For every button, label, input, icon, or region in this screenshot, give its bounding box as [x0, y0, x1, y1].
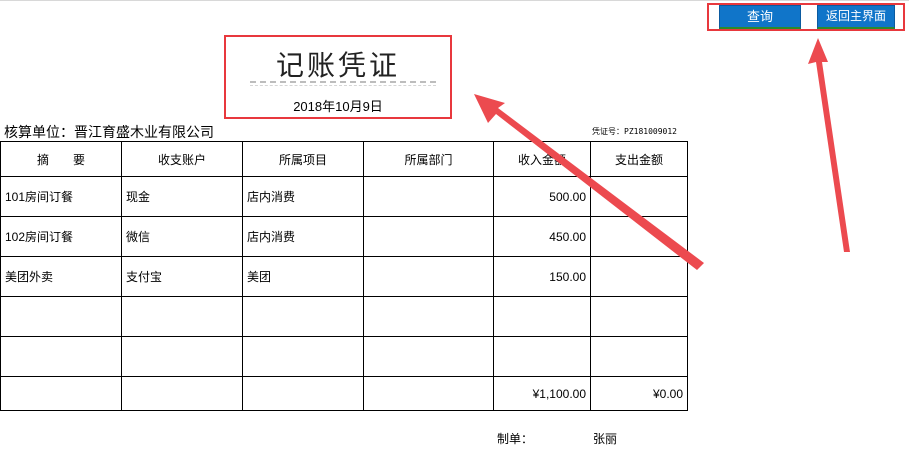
- cell-expense[interactable]: [590, 176, 688, 217]
- table-row: [0, 336, 688, 377]
- cell-department[interactable]: [363, 216, 494, 257]
- cell-project[interactable]: 店内消费: [242, 176, 364, 217]
- cell-summary[interactable]: [0, 336, 122, 377]
- voucher-title: 记账凭证: [275, 50, 400, 81]
- cell-income[interactable]: 500.00: [493, 176, 591, 217]
- table-header-row: 摘 要 收支账户 所属项目 所属部门 收入金额 支出金额: [0, 141, 688, 177]
- table-row: 101房间订餐 现金 店内消费 500.00: [0, 176, 688, 217]
- cell-project[interactable]: 美团: [242, 256, 364, 297]
- voucher-table: 摘 要 收支账户 所属项目 所属部门 收入金额 支出金额 101房间订餐 现金 …: [0, 141, 688, 411]
- cell-project[interactable]: 店内消费: [242, 216, 364, 257]
- voucher-date: 2018年10月9日: [293, 99, 383, 114]
- cell-expense[interactable]: [590, 216, 688, 257]
- cell-expense[interactable]: [590, 296, 688, 337]
- top-border: [0, 0, 909, 1]
- title-underline-secondary: [250, 85, 436, 86]
- cell-expense[interactable]: [590, 256, 688, 297]
- header-project: 所属项目: [242, 141, 364, 177]
- cell-account[interactable]: 现金: [121, 176, 243, 217]
- cell-department[interactable]: [363, 336, 494, 377]
- cell-department[interactable]: [363, 296, 494, 337]
- cell-income[interactable]: [493, 296, 591, 337]
- cell-department[interactable]: [363, 256, 494, 297]
- cell-expense[interactable]: [590, 336, 688, 377]
- cell-summary[interactable]: 美团外卖: [0, 256, 122, 297]
- table-row: 102房间订餐 微信 店内消费 450.00: [0, 216, 688, 257]
- table-row: [0, 296, 688, 337]
- table-row: 美团外卖 支付宝 美团 150.00: [0, 256, 688, 297]
- accounting-unit: 核算单位：晋江育盛木业有限公司: [4, 124, 214, 140]
- cell-income[interactable]: 450.00: [493, 216, 591, 257]
- voucher-number: 凭证号：PZ181009012: [592, 127, 677, 136]
- header-expense: 支出金额: [590, 141, 688, 177]
- cell-project[interactable]: [242, 336, 364, 377]
- cell-department[interactable]: [363, 176, 494, 217]
- total-income: ¥1,100.00: [493, 376, 591, 411]
- cell-summary[interactable]: 101房间订餐: [0, 176, 122, 217]
- cell-summary[interactable]: 102房间订餐: [0, 216, 122, 257]
- header-summary: 摘 要: [0, 141, 122, 177]
- header-account: 收支账户: [121, 141, 243, 177]
- maker-name: 张丽: [593, 432, 618, 446]
- cell-account[interactable]: 微信: [121, 216, 243, 257]
- header-income: 收入金额: [493, 141, 591, 177]
- maker-label: 制单：: [497, 432, 534, 446]
- header-department: 所属部门: [363, 141, 494, 177]
- total-account: [121, 376, 243, 411]
- total-department: [363, 376, 494, 411]
- arrow-to-buttons: [808, 38, 850, 252]
- cell-summary[interactable]: [0, 296, 122, 337]
- cell-account[interactable]: [121, 336, 243, 377]
- total-project: [242, 376, 364, 411]
- return-main-button[interactable]: 返回主界面: [817, 5, 895, 29]
- query-button[interactable]: 查询: [719, 5, 801, 29]
- cell-project[interactable]: [242, 296, 364, 337]
- cell-income[interactable]: 150.00: [493, 256, 591, 297]
- cell-account[interactable]: 支付宝: [121, 256, 243, 297]
- cell-account[interactable]: [121, 296, 243, 337]
- total-expense: ¥0.00: [590, 376, 688, 411]
- totals-row: ¥1,100.00 ¥0.00: [0, 376, 688, 411]
- total-summary: [0, 376, 122, 411]
- cell-income[interactable]: [493, 336, 591, 377]
- title-underline: [250, 81, 436, 83]
